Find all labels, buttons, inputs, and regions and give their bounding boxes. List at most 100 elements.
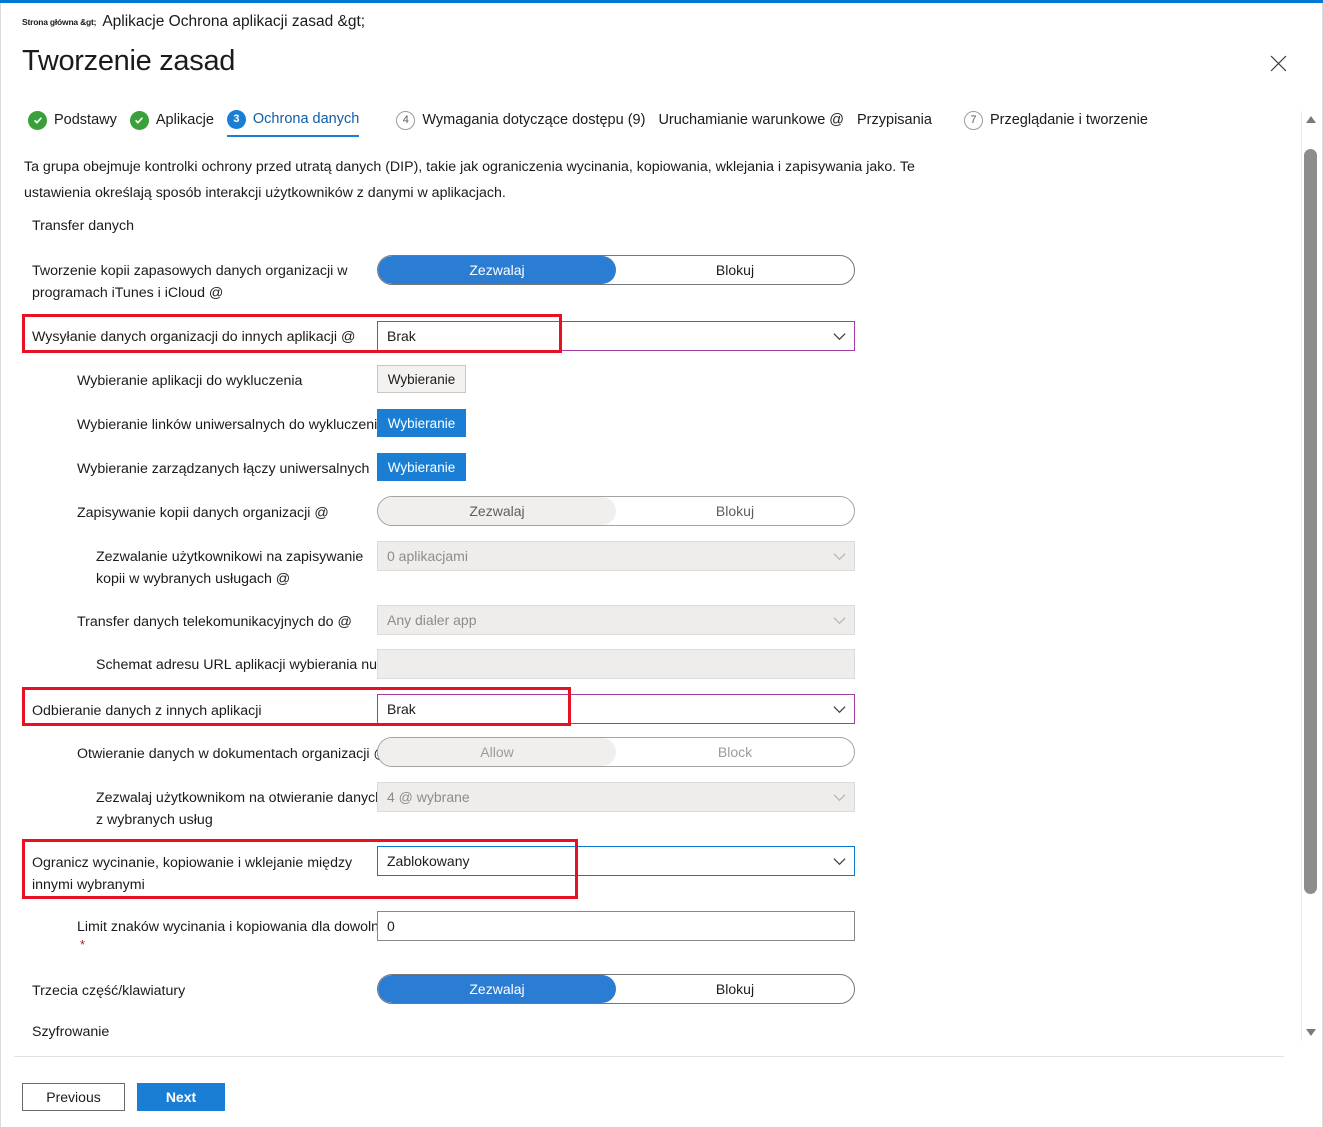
dropdown-receive-data[interactable]: Brak <box>377 694 855 724</box>
caret-up-icon[interactable] <box>1302 111 1319 128</box>
step-number-badge: 7 <box>963 110 983 130</box>
dropdown-send-org-data[interactable]: Brak <box>377 321 855 351</box>
caret-down-icon[interactable] <box>1302 1024 1319 1041</box>
label-select-managed-universal-links: Wybieranie zarządzanych łączy uniwersaln… <box>77 461 370 477</box>
toggle-option-allow[interactable]: Zezwalaj <box>378 497 616 525</box>
step-label-wymagania-dostepu: Wymagania dotyczące dostępu (9) <box>422 112 646 128</box>
wizard-steps: Podstawy Aplikacje 3 Ochrona danych 4 Wy… <box>28 103 1161 137</box>
breadcrumb: Strona główna &gt; Aplikacje Ochrona apl… <box>22 13 365 31</box>
scrollbar-thumb[interactable] <box>1304 149 1317 894</box>
toggle-option-allow[interactable]: Allow <box>378 738 616 766</box>
toggle-option-block[interactable]: Blokuj <box>616 975 854 1003</box>
row-allow-user-open: Zezwalaj użytkownikom na otwieranie dany… <box>0 782 1300 834</box>
input-dialer-url[interactable] <box>377 649 855 679</box>
step-podstawy[interactable]: Podstawy <box>28 103 117 137</box>
label-backup-org-data: Tworzenie kopii zapasowych danych organi… <box>32 263 348 301</box>
step-label-podstawy: Podstawy <box>54 112 117 128</box>
wizard-footer: Previous Next <box>22 1083 225 1111</box>
dropdown-allow-user-save[interactable]: 0 aplikacjami <box>377 541 855 571</box>
step-number-badge: 3 <box>226 109 246 129</box>
dropdown-value-allow-user-open: 4 @ wybrane <box>387 789 470 805</box>
input-char-limit[interactable]: 0 <box>377 911 855 941</box>
toggle-option-block[interactable]: Blokuj <box>616 497 854 525</box>
step-label-ochrona-danych: Ochrona danych <box>252 111 360 127</box>
label-dialer-url: Schemat adresu URL aplikacji wybierania … <box>96 657 420 673</box>
step-label-przypisania: Przypisania <box>857 112 932 128</box>
breadcrumb-current[interactable]: Aplikacje Ochrona aplikacji zasad &gt; <box>102 13 365 31</box>
toggle-option-block[interactable]: Block <box>616 738 854 766</box>
step-wymagania-dostepu[interactable]: 4 Wymagania dotyczące dostępu (9) <box>396 103 645 137</box>
label-allow-user-save: Zezwalanie użytkownikowi na zapisywanie … <box>96 549 364 587</box>
step-label-aplikacje: Aplikacje <box>155 112 214 128</box>
dropdown-value-allow-user-save: 0 aplikacjami <box>387 548 468 564</box>
row-receive-data: Odbieranie danych z innych aplikacji Bra… <box>0 694 1300 726</box>
check-icon <box>28 110 47 130</box>
chevron-down-icon <box>824 705 854 714</box>
row-send-org-data: Wysyłanie danych organizacji do innych a… <box>0 321 1300 355</box>
button-select-managed-universal-links[interactable]: Wybieranie <box>377 453 466 481</box>
required-indicator: * <box>80 937 86 952</box>
button-select-universal-links-exclude[interactable]: Wybieranie <box>377 409 466 437</box>
dropdown-value-telecom-transfer: Any dialer app <box>387 612 477 628</box>
label-select-apps-exclude: Wybieranie aplikacji do wykluczenia <box>77 373 303 389</box>
toggle-open-data-org-docs[interactable]: Allow Block <box>377 737 855 767</box>
label-receive-data: Odbieranie danych z innych aplikacji <box>32 703 262 719</box>
dropdown-value-receive-data: Brak <box>387 701 416 717</box>
policy-wizard-window: Strona główna &gt; Aplikacje Ochrona apl… <box>0 0 1323 1127</box>
toggle-third-party-keyboards[interactable]: Zezwalaj Blokuj <box>377 974 855 1004</box>
row-third-party-keyboards: Trzecia część/klawiatury Zezwalaj Blokuj <box>0 974 1300 1006</box>
page-title: Tworzenie zasad <box>22 45 236 77</box>
next-button[interactable]: Next <box>137 1083 225 1111</box>
dropdown-restrict-cut-copy-paste[interactable]: Zablokowany <box>377 846 855 876</box>
breadcrumb-home-link[interactable]: Strona główna &gt; <box>22 17 97 27</box>
section-heading-transfer: Transfer danych <box>32 218 134 234</box>
section-description: Ta grupa obejmuje kontrolki ochrony prze… <box>24 159 915 201</box>
step-przypisania[interactable]: Przypisania <box>857 103 932 137</box>
row-backup-org-data: Tworzenie kopii zapasowych danych organi… <box>0 255 1300 307</box>
step-label-uruchamianie-warunkowe: Uruchamianie warunkowe @ <box>658 112 845 128</box>
footer-divider <box>14 1056 1284 1057</box>
chevron-down-icon <box>824 793 854 802</box>
section-heading-encryption: Szyfrowanie <box>32 1024 110 1040</box>
dropdown-value-restrict-cut-copy-paste: Zablokowany <box>387 853 470 869</box>
row-allow-user-save: Zezwalanie użytkownikowi na zapisywanie … <box>0 541 1300 593</box>
step-ochrona-danych[interactable]: 3 Ochrona danych <box>226 103 360 137</box>
button-select-apps-exclude[interactable]: Wybieranie <box>377 365 466 393</box>
toggle-option-allow[interactable]: Zezwalaj <box>378 975 616 1003</box>
row-char-limit: Limit znaków wycinania i kopiowania dla … <box>0 911 1300 959</box>
toggle-option-allow[interactable]: Zezwalaj <box>378 256 616 284</box>
chevron-down-icon <box>824 552 854 561</box>
step-przegladanie-tworzenie[interactable]: 7 Przeglądanie i tworzenie <box>963 103 1148 137</box>
dropdown-telecom-transfer[interactable]: Any dialer app <box>377 605 855 635</box>
chevron-down-icon <box>824 616 854 625</box>
toggle-option-block[interactable]: Blokuj <box>616 256 854 284</box>
dropdown-allow-user-open[interactable]: 4 @ wybrane <box>377 782 855 812</box>
row-select-universal-links-exclude: Wybieranie linków uniwersalnych do wyklu… <box>0 409 1300 439</box>
chevron-down-icon <box>824 857 854 866</box>
label-select-universal-links-exclude: Wybieranie linków uniwersalnych do wyklu… <box>77 417 386 433</box>
toggle-backup-org-data[interactable]: Zezwalaj Blokuj <box>377 255 855 285</box>
row-save-copies: Zapisywanie kopii danych organizacji @ Z… <box>0 496 1300 528</box>
row-select-managed-universal-links: Wybieranie zarządzanych łączy uniwersaln… <box>0 453 1300 483</box>
form-scroll-area: Ta grupa obejmuje kontrolki ochrony prze… <box>0 143 1300 1048</box>
step-aplikacje[interactable]: Aplikacje <box>129 103 214 137</box>
row-open-data-org-docs: Otwieranie danych w dokumentach organiza… <box>0 737 1300 769</box>
row-telecom-transfer: Transfer danych telekomunikacyjnych do @… <box>0 605 1300 637</box>
previous-button[interactable]: Previous <box>22 1083 125 1111</box>
dropdown-value-send-org-data: Brak <box>387 328 416 344</box>
label-send-org-data: Wysyłanie danych organizacji do innych a… <box>32 329 356 345</box>
row-select-apps-exclude: Wybieranie aplikacji do wykluczenia Wybi… <box>0 365 1300 395</box>
step-uruchamianie-warunkowe[interactable]: Uruchamianie warunkowe @ <box>658 103 844 137</box>
step-number-badge: 4 <box>396 110 416 130</box>
toggle-save-copies[interactable]: Zezwalaj Blokuj <box>377 496 855 526</box>
label-third-party-keyboards: Trzecia część/klawiatury <box>32 983 186 999</box>
label-restrict-cut-copy-paste: Ogranicz wycinanie, kopiowanie i wklejan… <box>32 855 353 893</box>
step-label-przegladanie-tworzenie: Przeglądanie i tworzenie <box>989 112 1148 128</box>
chevron-down-icon <box>824 332 854 341</box>
label-telecom-transfer: Transfer danych telekomunikacyjnych do @ <box>77 614 352 630</box>
label-allow-user-open: Zezwalaj użytkownikom na otwieranie dany… <box>96 790 384 828</box>
close-icon[interactable] <box>1263 48 1293 78</box>
vertical-scrollbar[interactable] <box>1301 111 1318 1041</box>
row-restrict-cut-copy-paste: Ogranicz wycinanie, kopiowanie i wklejan… <box>0 846 1300 898</box>
check-icon <box>129 110 149 130</box>
